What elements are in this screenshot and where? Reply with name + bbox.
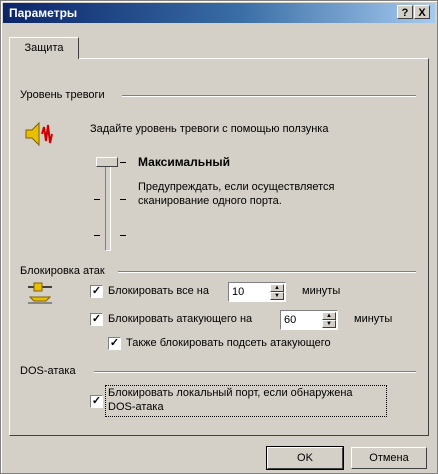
divider bbox=[118, 271, 416, 273]
block-port-label-line2: DOS-атака bbox=[108, 401, 164, 413]
block-all-minutes-value[interactable]: 10 bbox=[232, 286, 244, 298]
settings-window: Параметры ? X Защита Уровень тревоги Зад… bbox=[0, 0, 438, 474]
block-attack-icon bbox=[24, 281, 56, 307]
speaker-alert-icon bbox=[24, 119, 54, 149]
attack-blocking-group-label: Блокировка атак bbox=[20, 265, 105, 277]
spinner-arrows: ▲ ▼ bbox=[270, 284, 284, 300]
slider-track bbox=[105, 159, 111, 251]
spin-down-icon[interactable]: ▼ bbox=[322, 320, 336, 328]
tab-panel-protection: Уровень тревоги Задайте уровень тревоги … bbox=[9, 58, 429, 436]
alert-level-description-line1: Предупреждать, если осуществляется bbox=[138, 181, 335, 193]
dos-attack-group-label: DOS-атака bbox=[20, 365, 76, 377]
block-all-minutes-spinner[interactable]: 10 ▲ ▼ bbox=[228, 282, 286, 302]
block-attacker-checkbox[interactable]: ✓ bbox=[90, 313, 103, 326]
slider-tick bbox=[120, 199, 126, 200]
alert-level-name: Максимальный bbox=[138, 155, 230, 169]
block-all-label: Блокировать все на bbox=[108, 285, 209, 297]
spinner-arrows: ▲ ▼ bbox=[322, 312, 336, 328]
help-button[interactable]: ? bbox=[397, 5, 413, 19]
block-attacker-label: Блокировать атакующего на bbox=[108, 313, 253, 325]
block-subnet-checkbox[interactable]: ✓ bbox=[108, 337, 121, 350]
cancel-button[interactable]: Отмена bbox=[351, 447, 427, 469]
slider-thumb[interactable] bbox=[96, 157, 118, 167]
slider-tick bbox=[120, 235, 126, 236]
divider bbox=[122, 95, 416, 97]
title-bar[interactable]: Параметры ? X bbox=[3, 3, 435, 23]
spin-up-icon[interactable]: ▲ bbox=[322, 312, 336, 320]
slider-tick bbox=[94, 199, 100, 200]
divider bbox=[94, 371, 416, 373]
block-port-checkbox[interactable]: ✓ bbox=[90, 395, 103, 408]
block-all-unit: минуты bbox=[302, 285, 341, 297]
spin-down-icon[interactable]: ▼ bbox=[270, 292, 284, 300]
alert-level-group-label: Уровень тревоги bbox=[20, 89, 105, 101]
block-subnet-label: Также блокировать подсеть атакующего bbox=[126, 337, 331, 349]
tab-protection[interactable]: Защита bbox=[9, 37, 79, 59]
window-title: Параметры bbox=[9, 6, 78, 20]
ok-button[interactable]: OK bbox=[266, 446, 344, 470]
slider-tick bbox=[120, 162, 126, 163]
slider-tick bbox=[94, 235, 100, 236]
block-attacker-minutes-spinner[interactable]: 60 ▲ ▼ bbox=[280, 310, 338, 330]
close-button[interactable]: X bbox=[414, 5, 430, 19]
alert-level-description-line2: сканирование одного порта. bbox=[138, 195, 282, 207]
block-port-label-line1: Блокировать локальный порт, если обнаруж… bbox=[108, 387, 353, 399]
block-all-checkbox[interactable]: ✓ bbox=[90, 285, 103, 298]
block-attacker-minutes-value[interactable]: 60 bbox=[284, 314, 296, 326]
spin-up-icon[interactable]: ▲ bbox=[270, 284, 284, 292]
block-attacker-unit: минуты bbox=[354, 313, 393, 325]
alert-level-hint: Задайте уровень тревоги с помощью ползун… bbox=[90, 123, 329, 135]
